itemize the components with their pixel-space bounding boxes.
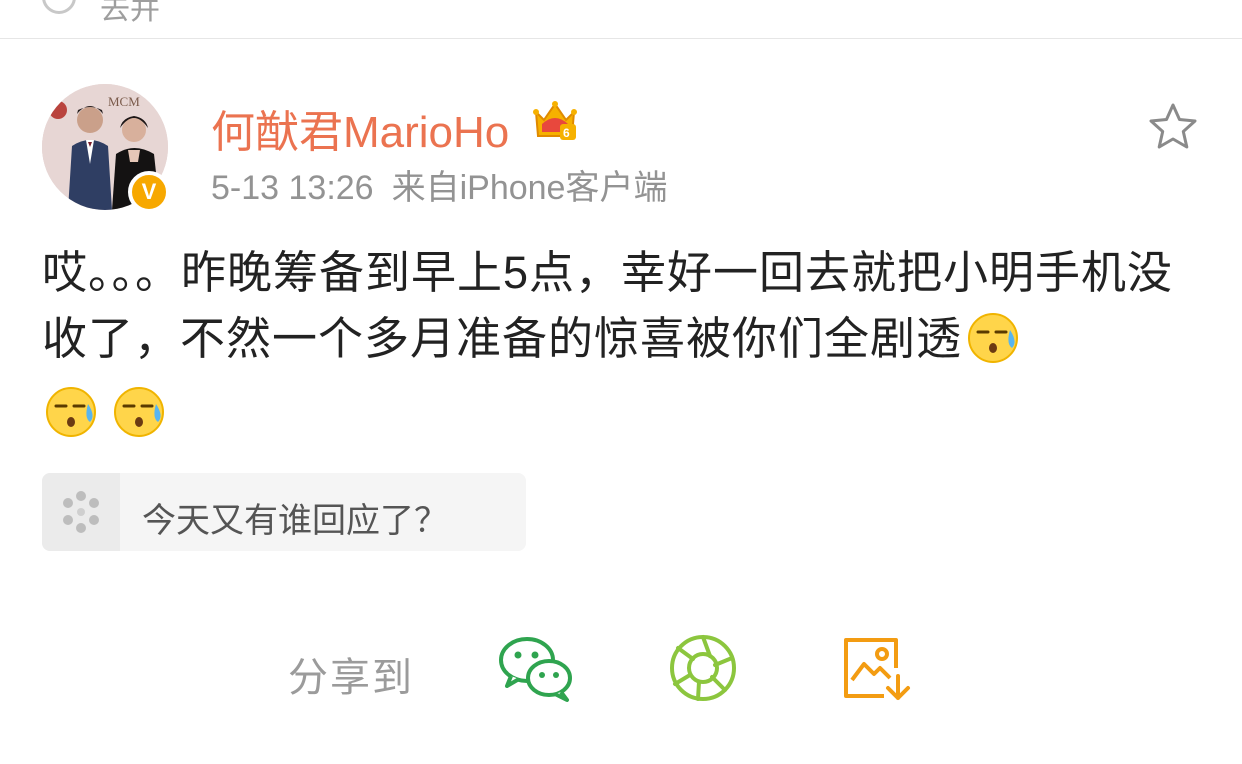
wechat-icon[interactable] xyxy=(497,632,577,704)
topic-card[interactable]: 今天又有谁回应了？ xyxy=(42,473,526,551)
vip-crown-icon[interactable]: 6 xyxy=(532,98,578,142)
topic-icon-box xyxy=(42,473,120,551)
post-content: 哎。。。昨晚筹备到早上5点，幸好一回去就把小明手机没收了，不然一个多月准备的惊喜… xyxy=(42,240,1212,446)
topic-text: 今天又有谁回应了？ xyxy=(142,502,448,540)
sweat-emoji-icon xyxy=(968,313,1019,363)
save-image-icon[interactable] xyxy=(838,632,918,704)
post-time: 5-13 13:26 xyxy=(211,169,374,207)
share-label: 分享到 xyxy=(288,656,414,700)
avatar-banner-text: MCM xyxy=(108,94,140,109)
sweat-emoji-icon xyxy=(114,387,164,437)
member-level-number: 6 xyxy=(563,126,570,140)
post-source: 来自iPhone客户端 xyxy=(391,169,668,207)
previous-item-icon xyxy=(42,0,76,14)
previous-item-strip: 去并 xyxy=(0,0,1242,39)
sweat-emoji-icon xyxy=(46,387,96,437)
username[interactable]: 何猷君MarioHo xyxy=(211,96,509,160)
previous-item-text: 去并 xyxy=(100,0,160,26)
moments-icon[interactable] xyxy=(666,632,746,704)
weibo-post-screen: 去并 MCM V 何猷君MarioHo 6 5-13 13:26 来自iPhon… xyxy=(0,0,1242,764)
post-meta: 5-13 13:26 来自iPhone客户端 xyxy=(211,160,667,209)
favorite-star-icon[interactable] xyxy=(1148,102,1198,150)
emoji-row xyxy=(42,380,1212,446)
verified-badge: V xyxy=(128,171,170,213)
loading-spinner-icon xyxy=(63,491,99,533)
